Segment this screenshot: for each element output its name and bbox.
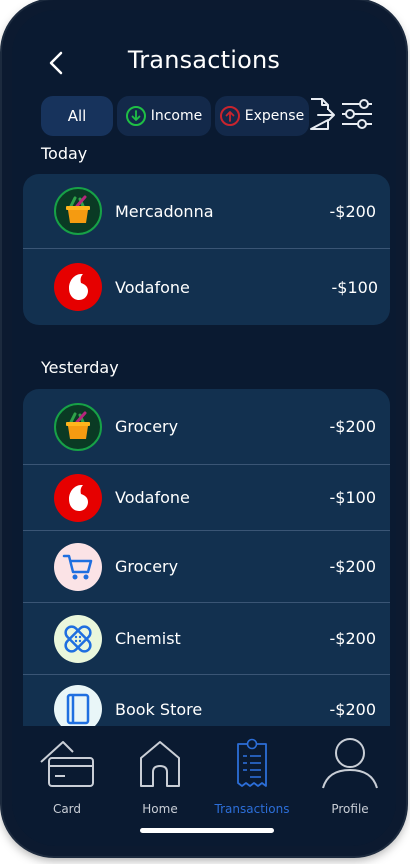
transaction-row[interactable]: Mercadonna -$200: [23, 174, 390, 249]
transaction-amount: -$200: [329, 700, 377, 719]
transaction-amount: -$100: [331, 277, 379, 297]
receipt-icon: [237, 738, 267, 787]
transaction-row[interactable]: Vodafone -$100: [23, 249, 390, 325]
transaction-name: Book Store: [115, 700, 203, 719]
transaction-name: Chemist: [115, 629, 181, 648]
transaction-row[interactable]: Grocery -$200: [23, 389, 390, 465]
transaction-row[interactable]: Book Store -$200: [23, 675, 390, 726]
transaction-row[interactable]: Vodafone -$100: [23, 465, 390, 531]
filter-expense-label: Expense: [244, 108, 305, 124]
transaction-amount: -$200: [329, 629, 377, 648]
section-label-today: Today: [41, 144, 88, 163]
filter-settings-button[interactable]: [340, 96, 374, 132]
home-icon: [140, 741, 180, 787]
transactions-yesterday-card: Grocery -$200 Vodafone -$100 Grocery -$2…: [23, 389, 390, 726]
nav-transactions[interactable]: Transactions: [212, 726, 292, 816]
nav-home[interactable]: Home: [120, 726, 200, 816]
transaction-amount: -$100: [329, 488, 377, 507]
arrow-down-icon: [125, 106, 146, 126]
filter-all-button[interactable]: All: [41, 96, 113, 136]
filter-expense-button[interactable]: Expense: [215, 96, 309, 136]
vodafone-logo-icon: [54, 263, 102, 311]
filter-income-label: Income: [150, 108, 203, 124]
transaction-amount: -$200: [329, 557, 377, 576]
transaction-amount: -$200: [329, 201, 377, 221]
export-button[interactable]: [308, 96, 336, 132]
nav-card[interactable]: Card: [27, 726, 107, 816]
home-indicator: [140, 828, 274, 833]
transaction-name: Grocery: [115, 417, 179, 436]
transaction-name: Vodafone: [115, 277, 190, 297]
export-file-icon: [310, 98, 335, 130]
nav-transactions-label: Transactions: [214, 802, 290, 816]
phone-frame: Transactions All Income Expense Today Me…: [2, 0, 406, 856]
transactions-today-card: Mercadonna -$200 Vodafone -$100: [23, 174, 390, 325]
filter-income-button[interactable]: Income: [117, 96, 211, 136]
transaction-name: Mercadonna: [115, 201, 214, 221]
nav-profile[interactable]: Profile: [310, 726, 390, 816]
sliders-icon: [342, 99, 372, 129]
nav-home-label: Home: [142, 802, 178, 816]
page-title: Transactions: [127, 46, 281, 74]
card-icon: [40, 741, 94, 787]
transaction-row[interactable]: Chemist -$200: [23, 603, 390, 675]
grocery-basket-icon: [54, 402, 102, 451]
book-icon: [54, 685, 102, 726]
filter-bar: All Income Expense: [41, 96, 309, 136]
shopping-cart-icon: [54, 542, 102, 591]
grocery-basket-icon: [54, 187, 102, 235]
arrow-up-icon: [219, 106, 240, 126]
nav-card-label: Card: [52, 802, 82, 816]
transaction-row[interactable]: Grocery -$200: [23, 531, 390, 603]
profile-icon: [322, 738, 378, 789]
transaction-name: Grocery: [115, 557, 179, 576]
nav-profile-label: Profile: [331, 802, 369, 816]
transaction-amount: -$200: [329, 417, 377, 436]
screen: Transactions All Income Expense Today Me…: [12, 10, 396, 846]
section-label-yesterday: Yesterday: [41, 358, 119, 377]
vodafone-logo-icon: [54, 473, 102, 522]
transaction-name: Vodafone: [115, 488, 190, 507]
bandage-icon: [54, 614, 102, 663]
